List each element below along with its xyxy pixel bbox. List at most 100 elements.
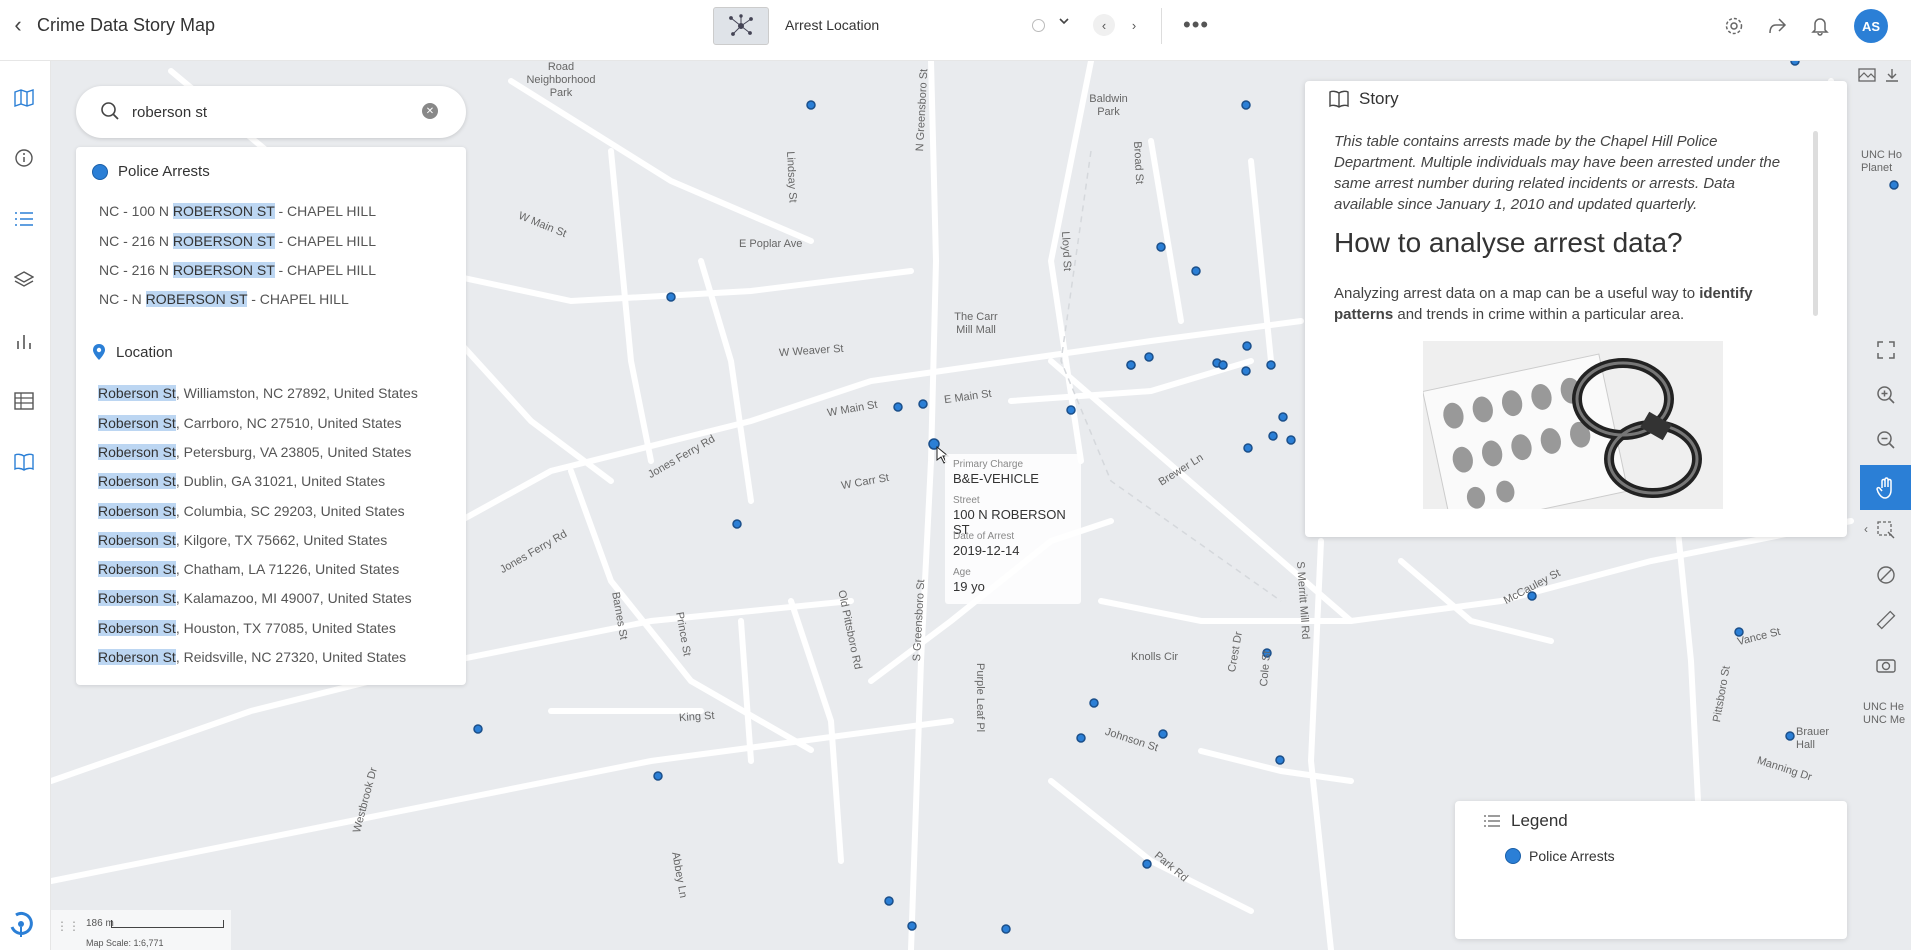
app-title: Crime Data Story Map — [37, 15, 216, 35]
measure-ruler-icon[interactable] — [1860, 600, 1911, 640]
layers-icon[interactable] — [11, 267, 37, 293]
location-pin-icon — [93, 344, 105, 360]
handcuffs-fingerprints-image — [1423, 341, 1723, 509]
scale-bar — [111, 920, 224, 928]
back-arrow-icon[interactable]: ‹ — [8, 12, 28, 37]
tooltip-key: Date of Arrest — [953, 531, 1015, 542]
pan-hand-icon[interactable] — [1860, 465, 1911, 510]
legend-item: Police Arrests — [1505, 848, 1615, 864]
group-title: Location — [116, 343, 173, 361]
legend-item-label: Police Arrests — [1529, 848, 1615, 864]
result-item[interactable]: NC - 100 N ROBERSON ST - CHAPEL HILL — [99, 203, 376, 219]
map-label: Knolls Cir — [1131, 651, 1179, 663]
story-scrollbar[interactable] — [1813, 131, 1818, 316]
notification-bell-icon[interactable] — [1808, 14, 1832, 38]
map-label: The Carr Mill Mall — [954, 311, 998, 336]
collapse-arrow-icon[interactable]: ‹ — [1864, 522, 1868, 536]
layer-name[interactable]: Arrest Location — [785, 17, 879, 33]
map-label: E Poplar Ave — [739, 238, 803, 250]
map-label: Broad St — [1131, 141, 1146, 185]
search-input[interactable] — [132, 100, 412, 124]
fullscreen-icon[interactable] — [1860, 330, 1911, 370]
layer-thumbnail[interactable] — [713, 7, 769, 45]
top-bar: ‹ Crime Data Story Map Arrest Location ‹… — [0, 0, 1911, 61]
map-label: Road Neighborhood Park — [526, 61, 596, 99]
map-scale: ⋮⋮ 186 m Map Scale: 1:6,771 — [51, 910, 231, 950]
map-tools — [1860, 330, 1911, 700]
search-results-panel: Police Arrests NC - 100 N ROBERSON ST - … — [76, 147, 466, 685]
info-icon[interactable] — [11, 145, 37, 171]
basemap-icon[interactable] — [1858, 68, 1876, 87]
list-icon — [1484, 815, 1500, 827]
map-label: Baldwin Park — [1089, 93, 1128, 118]
result-item[interactable]: NC - N ROBERSON ST - CHAPEL HILL — [99, 291, 349, 307]
story-header: Story — [1329, 89, 1399, 109]
result-item[interactable]: Roberson St, Chatham, LA 71226, United S… — [98, 561, 399, 577]
search-icon — [100, 101, 120, 126]
next-icon[interactable]: › — [1123, 14, 1145, 36]
tooltip-key: Age — [953, 567, 971, 578]
tooltip-value: 19 yo — [953, 579, 985, 594]
previous-icon[interactable]: ‹ — [1093, 14, 1115, 36]
screenshot-camera-icon[interactable] — [1860, 645, 1911, 685]
result-item[interactable]: Roberson St, Columbia, SC 29203, United … — [98, 503, 405, 519]
result-item[interactable]: Roberson St, Kalamazoo, MI 49007, United… — [98, 590, 412, 606]
tooltip-key: Street — [953, 495, 980, 506]
layer-radio[interactable] — [1032, 19, 1045, 32]
result-item[interactable]: Roberson St, Carrboro, NC 27510, United … — [98, 415, 402, 431]
map-label: King St — [678, 709, 715, 725]
story-book-icon[interactable] — [11, 449, 37, 475]
result-item[interactable]: Roberson St, Williamston, NC 27892, Unit… — [98, 385, 418, 401]
tooltip-value: 2019-12-14 — [953, 543, 1020, 558]
story-heading: How to analyse arrest data? — [1334, 227, 1683, 258]
results-group-police-arrests: Police Arrests — [92, 163, 210, 180]
chevron-down-icon[interactable] — [1058, 14, 1070, 30]
clear-search-icon[interactable]: ✕ — [422, 103, 438, 119]
tooltip-value: B&E-VEHICLE — [953, 471, 1039, 486]
legend-header: Legend — [1483, 811, 1568, 831]
results-group-location: Location — [92, 343, 173, 361]
left-toolbar — [0, 61, 51, 950]
story-paragraph: Analyzing arrest data on a map can be a … — [1334, 285, 1753, 323]
result-item[interactable]: Roberson St, Houston, TX 77085, United S… — [98, 620, 396, 636]
legend-title: Legend — [1511, 811, 1568, 830]
result-item[interactable]: Roberson St, Kilgore, TX 75662, United S… — [98, 532, 387, 548]
download-icon[interactable] — [1885, 68, 1899, 87]
map-label: UNC Ho Planet — [1861, 149, 1902, 174]
map-label: Purple Leaf Pl — [974, 663, 986, 733]
result-item[interactable]: Roberson St, Dublin, GA 31021, United St… — [98, 473, 385, 489]
feature-tooltip: Primary Charge B&E-VEHICLE Street 100 N … — [945, 454, 1081, 604]
search-bar: ✕ — [76, 86, 466, 138]
clear-selection-icon[interactable] — [1860, 555, 1911, 595]
legend-dot-icon — [1505, 848, 1521, 864]
zoom-out-icon[interactable] — [1860, 420, 1911, 460]
network-graph-icon — [729, 14, 753, 36]
tooltip-key: Primary Charge — [953, 459, 1024, 470]
story-title: Story — [1359, 89, 1399, 108]
share-icon[interactable] — [1765, 14, 1789, 38]
scale-distance: 186 m — [86, 918, 114, 929]
list-icon[interactable] — [11, 206, 37, 232]
bar-chart-icon[interactable] — [11, 328, 37, 354]
result-item[interactable]: NC - 216 N ROBERSON ST - CHAPEL HILL — [99, 262, 376, 278]
map-icon[interactable] — [11, 85, 37, 111]
app-logo-icon — [6, 909, 36, 939]
map-label: Lloyd St — [1059, 231, 1074, 272]
drag-handle-icon[interactable]: ⋮⋮ — [56, 919, 80, 933]
result-item[interactable]: Roberson St, Petersburg, VA 23805, Unite… — [98, 444, 411, 460]
police-arrests-dot-icon — [92, 163, 108, 180]
user-avatar[interactable]: AS — [1854, 9, 1888, 43]
legend-panel: Legend Police Arrests — [1455, 801, 1847, 939]
result-item[interactable]: NC - 216 N ROBERSON ST - CHAPEL HILL — [99, 233, 376, 249]
group-title: Police Arrests — [118, 163, 210, 180]
settings-gear-icon[interactable] — [1722, 14, 1746, 38]
table-icon[interactable] — [11, 388, 37, 414]
more-options-icon[interactable]: ••• — [1183, 12, 1209, 38]
story-intro: This table contains arrests made by the … — [1334, 133, 1781, 213]
story-panel: Story This table contains arrests made b… — [1305, 81, 1847, 537]
zoom-in-icon[interactable] — [1860, 375, 1911, 415]
divider — [1161, 8, 1162, 44]
book-icon — [1329, 90, 1349, 108]
result-item[interactable]: Roberson St, Reidsville, NC 27320, Unite… — [98, 649, 406, 665]
map-label: Brauer Hall — [1796, 726, 1830, 751]
